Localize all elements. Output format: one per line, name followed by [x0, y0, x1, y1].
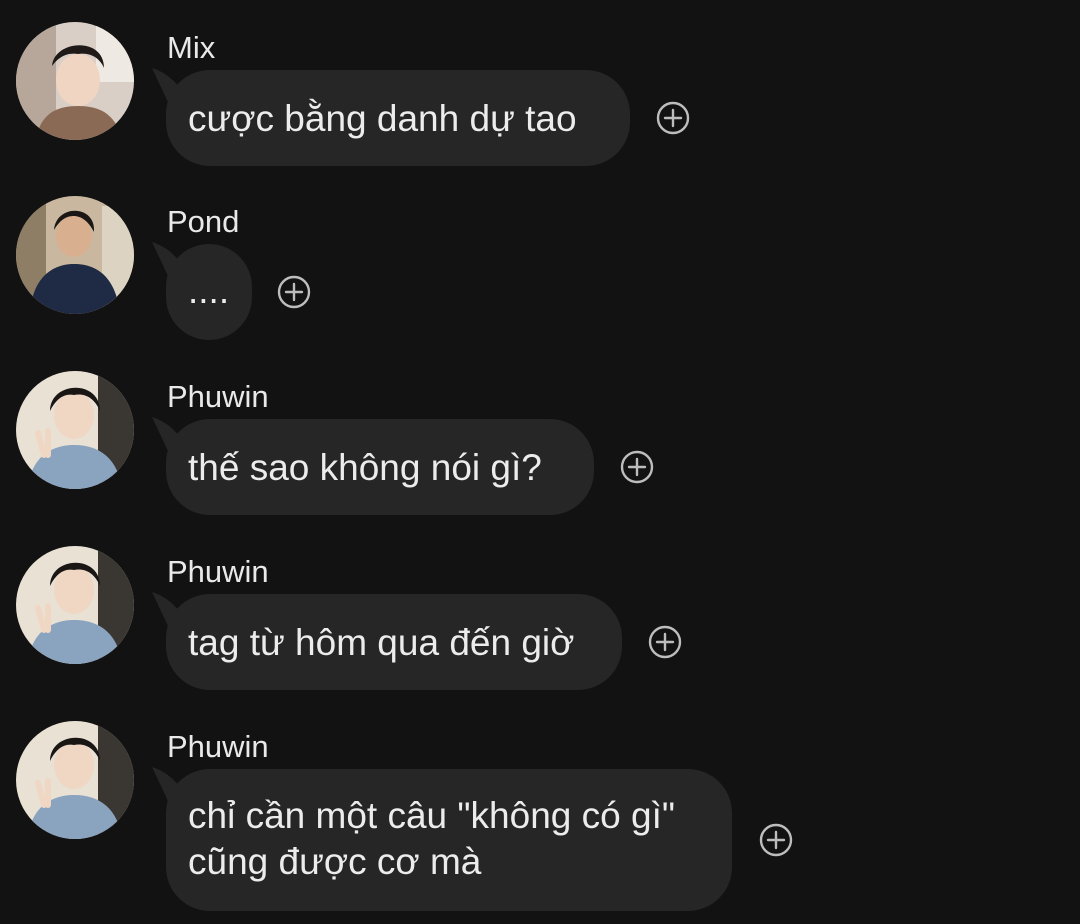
message-text: thế sao không nói gì?: [188, 447, 542, 488]
avatar[interactable]: [16, 196, 134, 314]
avatar[interactable]: [16, 546, 134, 664]
add-reaction-icon[interactable]: [759, 823, 793, 857]
message-bubble[interactable]: chỉ cần một câu "không có gì" cũng được …: [166, 769, 732, 911]
sender-name: Mix: [167, 30, 216, 65]
message-text: tag từ hôm qua đến giờ: [188, 622, 575, 663]
sender-name: Phuwin: [167, 729, 269, 764]
avatar-phuwin-image: [16, 721, 134, 839]
message-text: cược bằng danh dự tao: [188, 98, 577, 139]
add-reaction-icon[interactable]: [656, 101, 690, 135]
message-text: chỉ cần một câu "không có gì": [188, 795, 675, 836]
add-reaction-icon[interactable]: [277, 275, 311, 309]
message-row: Phuwin tag từ hôm qua đến giờ: [0, 546, 1080, 696]
message-bubble[interactable]: cược bằng danh dự tao: [166, 70, 630, 166]
message-row: Phuwin chỉ cần một câu "không có gì" cũn…: [0, 721, 1080, 921]
message-bubble[interactable]: ....: [166, 244, 252, 340]
avatar-phuwin-image: [16, 371, 134, 489]
message-text: ....: [188, 270, 230, 311]
add-reaction-icon[interactable]: [620, 450, 654, 484]
sender-name: Phuwin: [167, 379, 269, 414]
avatar-mix-image: [16, 22, 134, 140]
sender-name: Pond: [167, 204, 240, 239]
add-reaction-icon[interactable]: [648, 625, 682, 659]
avatar[interactable]: [16, 371, 134, 489]
avatar[interactable]: [16, 22, 134, 140]
message-row: Pond ....: [0, 196, 1080, 346]
message-row: Phuwin thế sao không nói gì?: [0, 371, 1080, 521]
avatar-phuwin-image: [16, 546, 134, 664]
message-bubble[interactable]: thế sao không nói gì?: [166, 419, 594, 515]
avatar-pond-image: [16, 196, 134, 314]
message-bubble[interactable]: tag từ hôm qua đến giờ: [166, 594, 622, 690]
sender-name: Phuwin: [167, 554, 269, 589]
message-row: Mix cược bằng danh dự tao: [0, 22, 1080, 172]
message-text: cũng được cơ mà: [188, 841, 482, 882]
avatar[interactable]: [16, 721, 134, 839]
